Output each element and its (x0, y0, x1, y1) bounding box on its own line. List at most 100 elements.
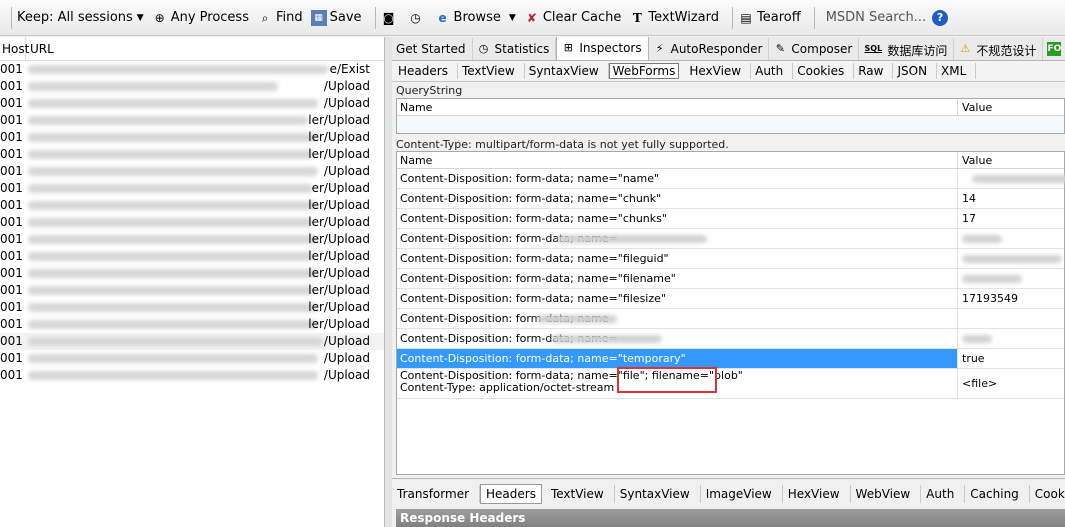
table-row[interactable]: 001 ler/Upload (0, 316, 384, 333)
tab-statistics[interactable]: ◷ Statistics (473, 38, 557, 60)
tab-request-xml[interactable]: XML (937, 63, 977, 79)
url-tail: /Upload (323, 96, 370, 110)
tab-request-webforms[interactable]: WebForms (608, 63, 680, 79)
keep-sessions-dropdown[interactable]: Keep: All sessions ▼ (17, 10, 144, 25)
tab-request-textview[interactable]: TextView (458, 63, 525, 79)
tab-request-headers[interactable]: Headers (394, 63, 458, 79)
table-row[interactable]: 001/Upload (0, 367, 384, 384)
table-row[interactable]: Content-Disposition: form-data; name="ch… (397, 189, 1064, 209)
table-row[interactable]: 001 ler/Upload (0, 248, 384, 265)
table-row[interactable]: 001 er/Upload (0, 180, 384, 197)
tab-response-auth[interactable]: Auth (921, 485, 966, 503)
formdata-name-text: Content-Disposition: form-data; name="fi… (400, 252, 669, 265)
tab-request-hexview[interactable]: HexView (685, 63, 752, 79)
table-row[interactable]: 001/Upload (0, 333, 384, 350)
tab-response-cookies[interactable]: Cookies (1030, 485, 1065, 503)
table-row[interactable]: Content-Disposition: form-data; name="fi… (397, 289, 1064, 309)
table-row[interactable]: 001/Upload (0, 78, 384, 95)
table-row[interactable]: 001/Upload (0, 350, 384, 367)
table-row[interactable]: Content-Disposition: form-data; name= (397, 229, 1064, 249)
tab-不规范设计[interactable]: ⚠ 不规范设计 (954, 38, 1044, 60)
any-process-button[interactable]: ⊕ Any Process (152, 10, 249, 26)
column-host[interactable]: Host (0, 37, 29, 60)
tab-response-imageview[interactable]: ImageView (701, 485, 783, 503)
clear-cache-button[interactable]: ✘ Clear Cache (524, 10, 622, 26)
table-row[interactable]: 001/Upload (0, 163, 384, 180)
help-icon[interactable]: ? (932, 9, 949, 26)
table-row[interactable]: 001 e/Exist (0, 61, 384, 78)
toolbar-separator (813, 6, 815, 29)
formdata-value-cell: true (958, 349, 1064, 368)
textwizard-button[interactable]: T TextWizard (629, 10, 719, 26)
column-name[interactable]: Name (397, 152, 958, 168)
tab-request-cookies[interactable]: Cookies (793, 63, 855, 79)
save-icon: ▦ (310, 9, 327, 26)
tab-request-syntaxview[interactable]: SyntaxView (525, 63, 609, 79)
formdata-name-cell: Content-Disposition: form-data; name="fi… (397, 367, 958, 398)
column-url[interactable]: URL (26, 37, 56, 60)
redacted-url (28, 235, 318, 244)
keep-sessions-label: Keep: All sessions (17, 10, 133, 25)
screenshot-button[interactable]: ◙ (381, 10, 400, 26)
inspector-panel: Get Started ◷ Statistics ⊞ Inspectors ⚡ AutoRe… (392, 37, 1065, 527)
table-row[interactable]: Content-Disposition: form-data; name="fi… (397, 367, 1064, 399)
table-row[interactable]: 001/Upload (0, 95, 384, 112)
tab-inspectors[interactable]: ⊞ Inspectors (556, 37, 649, 60)
crosshair-icon: ⊕ (154, 10, 165, 25)
table-row[interactable]: 001 ler/Upload (0, 197, 384, 214)
table-row[interactable]: 001 ler/Upload (0, 214, 384, 231)
table-row[interactable]: Content-Disposition: form-data; name="na… (397, 169, 1065, 189)
msdn-search-input[interactable]: MSDN Search... (826, 10, 926, 25)
column-value[interactable]: Value (958, 152, 996, 168)
table-row[interactable]: 001 ler/Upload (0, 282, 384, 299)
session-host: 001 (0, 317, 23, 331)
table-row[interactable]: 001 ler/Upload (0, 129, 384, 146)
find-button[interactable]: ⌕ Find (257, 10, 303, 26)
tab-request-raw[interactable]: Raw (854, 63, 894, 79)
tearoff-label: Tearoff (757, 10, 801, 25)
table-row[interactable]: 001 ler/Upload (0, 265, 384, 282)
chevron-down-icon: ▼ (136, 12, 144, 23)
table-row[interactable]: Content-Disposition: form-data; name="ch… (397, 209, 1064, 229)
tab-response-hexview[interactable]: HexView (783, 485, 851, 503)
tab-get-started[interactable]: Get Started (392, 38, 473, 60)
session-url: ler/Upload (28, 282, 384, 299)
formdata-name-text: Content-Disposition: form-data; name="fi… (400, 272, 676, 285)
request-tab-strip: Headers TextView SyntaxView WebForms HexView… (392, 61, 1065, 82)
tab-response-caching[interactable]: Caching (965, 485, 1030, 503)
tab-数据库访问[interactable]: SQL 数据库访问 (859, 38, 955, 60)
tearoff-icon: ▤ (740, 10, 752, 25)
url-tail: ler/Upload (308, 147, 370, 161)
tab-response-textview[interactable]: TextView (546, 485, 615, 503)
tab-composer[interactable]: ✎ Composer (769, 38, 860, 60)
table-row[interactable]: Content-Disposition: form-data; name (397, 309, 1064, 329)
tearoff-button[interactable]: ▤ Tearoff (738, 10, 801, 26)
tab-fiddler-o[interactable]: FOFiddler O (1043, 38, 1065, 60)
tab-response-webview[interactable]: WebView (851, 485, 922, 503)
table-row[interactable]: Content-Disposition: form-data; name="fi… (397, 249, 1064, 269)
pane-splitter[interactable] (385, 37, 392, 527)
redacted-url (28, 184, 313, 193)
timer-button[interactable]: ◷ (408, 10, 427, 26)
save-button[interactable]: ▦ Save (310, 9, 362, 26)
column-value[interactable]: Value (958, 99, 996, 115)
column-name[interactable]: Name (397, 99, 958, 115)
tab-response-syntaxview[interactable]: SyntaxView (615, 485, 701, 503)
tab-response-headers[interactable]: Headers (480, 484, 542, 504)
table-row[interactable]: Content-Disposition: form-data; name= (397, 329, 1064, 349)
tab-label: Inspectors (579, 41, 642, 55)
table-row[interactable]: Content-Disposition: form-data; name="fi… (397, 269, 1064, 289)
tab-request-auth[interactable]: Auth (751, 63, 794, 79)
url-tail: ler/Upload (308, 249, 370, 263)
table-row[interactable]: 001 ler/Upload (0, 299, 384, 316)
session-url: /Upload (28, 95, 384, 112)
table-row[interactable]: 001 ler/Upload (0, 146, 384, 163)
tab-request-json[interactable]: JSON (893, 63, 938, 79)
browse-button[interactable]: e Browse ▼ (435, 10, 515, 26)
table-row[interactable]: 001 ler/Upload (0, 231, 384, 248)
formdata-name-cell: Content-Disposition: form-data; name="ch… (397, 209, 958, 228)
tab-response-transformer[interactable]: Transformer (392, 485, 481, 503)
table-row[interactable]: 001 ler/Upload (0, 112, 384, 129)
table-row[interactable]: Content-Disposition: form-data; name="te… (397, 349, 1064, 369)
tab-autoresponder[interactable]: ⚡ AutoResponder (649, 38, 770, 60)
